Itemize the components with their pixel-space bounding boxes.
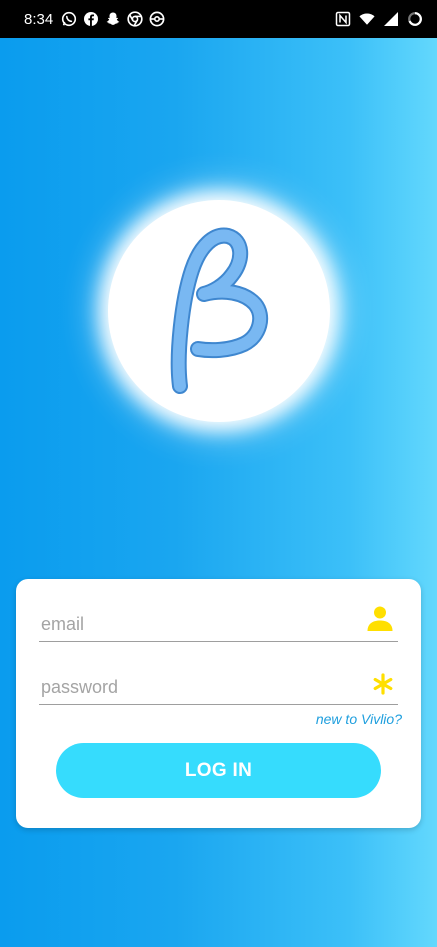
- status-time: 8:34: [24, 10, 54, 28]
- signal-icon: [383, 11, 399, 27]
- nfc-icon: [335, 11, 351, 27]
- email-field[interactable]: [39, 604, 398, 642]
- system-icons: [335, 11, 423, 27]
- login-button[interactable]: LOG IN: [56, 743, 381, 798]
- battery-charging-icon: [407, 11, 423, 27]
- password-input[interactable]: [39, 672, 341, 702]
- email-input[interactable]: [39, 609, 341, 639]
- asterisk-icon: [372, 673, 394, 700]
- notification-icons: [61, 11, 165, 27]
- login-screen: 8:34 email new to Vivlio? LOG IN: [0, 0, 437, 947]
- app-logo: [108, 200, 330, 422]
- snapchat-icon: [105, 11, 121, 27]
- wifi-icon: [359, 11, 375, 27]
- facebook-icon: [83, 11, 99, 27]
- status-bar: 8:34: [0, 0, 437, 38]
- chrome-icon: [127, 11, 143, 27]
- password-field[interactable]: [39, 670, 398, 705]
- user-icon: [366, 604, 394, 637]
- pokeball-icon: [149, 11, 165, 27]
- whatsapp-icon: [61, 11, 77, 27]
- login-card: new to Vivlio? LOG IN: [16, 579, 421, 828]
- beta-logo-icon: [170, 227, 269, 394]
- signup-link[interactable]: new to Vivlio?: [316, 711, 402, 727]
